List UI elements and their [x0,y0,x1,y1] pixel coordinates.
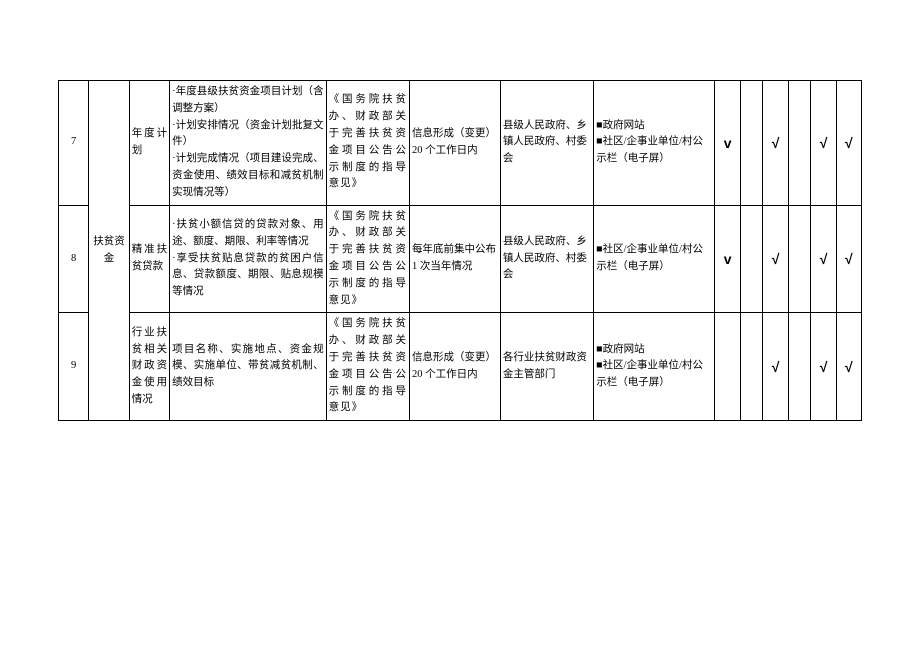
check-cell: √ [811,313,836,421]
table-row: 9 行业扶贫相关财政资金使用情况 项目名称、实施地点、资金规模、实施单位、带贫减… [59,313,862,421]
check-cell: √ [763,81,788,206]
check-cell [740,205,763,313]
row-index: 9 [59,313,89,421]
check-cell [740,81,763,206]
basis-cell: 《国务院扶贫办、财政部关于完善扶贫资金项目公告公示制度的指导意见》 [326,81,409,206]
category-cell: 扶贫资金 [89,81,129,421]
row-index: 7 [59,81,89,206]
content-cell: ·扶贫小额信贷的贷款对象、用途、额度、期限、利率等情况·享受扶贫贴息贷款的贫困户… [170,205,327,313]
time-cell: 信息形成（变更）20 个工作日内 [409,313,500,421]
check-cell [715,313,740,421]
org-cell: 县级人民政府、乡镇人民政府、村委会 [500,81,593,206]
row-index: 8 [59,205,89,313]
check-cell: √ [763,205,788,313]
check-cell: √ [811,205,836,313]
time-cell: 信息形成（变更）20 个工作日内 [409,81,500,206]
check-cell [740,313,763,421]
check-cell: v [715,81,740,206]
table-row: 7 扶贫资金 年度计划 ·年度县级扶贫资金项目计划（含调整方案）·计划安排情况（… [59,81,862,206]
check-cell [788,313,811,421]
content-cell: ·年度县级扶贫资金项目计划（含调整方案）·计划安排情况（资金计划批复文件）·计划… [170,81,327,206]
check-cell: √ [836,81,861,206]
table-row: 8 精准扶贫贷款 ·扶贫小额信贷的贷款对象、用途、额度、期限、利率等情况·享受扶… [59,205,862,313]
subcat-cell: 行业扶贫相关财政资金使用情况 [129,313,169,421]
check-cell: √ [836,205,861,313]
org-cell: 各行业扶贫财政资金主管部门 [500,313,593,421]
check-cell: v [715,205,740,313]
check-cell [788,205,811,313]
check-cell: √ [836,313,861,421]
time-cell: 每年底前集中公布 1 次当年情况 [409,205,500,313]
basis-cell: 《国务院扶贫办、财政部关于完善扶贫资金项目公告公示制度的指导意见》 [326,205,409,313]
content-cell: 项目名称、实施地点、资金规模、实施单位、带贫减贫机制、绩效目标 [170,313,327,421]
check-cell [788,81,811,206]
subcat-cell: 年度计划 [129,81,169,206]
channel-cell: ■政府网站■社区/企事业单位/村公示栏（电子屏） [594,313,715,421]
channel-cell: ■社区/企事业单位/村公示栏（电子屏） [594,205,715,313]
subcat-cell: 精准扶贫贷款 [129,205,169,313]
check-cell: √ [763,313,788,421]
basis-cell: 《国务院扶贫办、财政部关于完善扶贫资金项目公告公示制度的指导意见》 [326,313,409,421]
org-cell: 县级人民政府、乡镇人民政府、村委会 [500,205,593,313]
channel-cell: ■政府网站■社区/企事业单位/村公示栏（电子屏） [594,81,715,206]
check-cell: √ [811,81,836,206]
disclosure-table: 7 扶贫资金 年度计划 ·年度县级扶贫资金项目计划（含调整方案）·计划安排情况（… [58,80,862,421]
